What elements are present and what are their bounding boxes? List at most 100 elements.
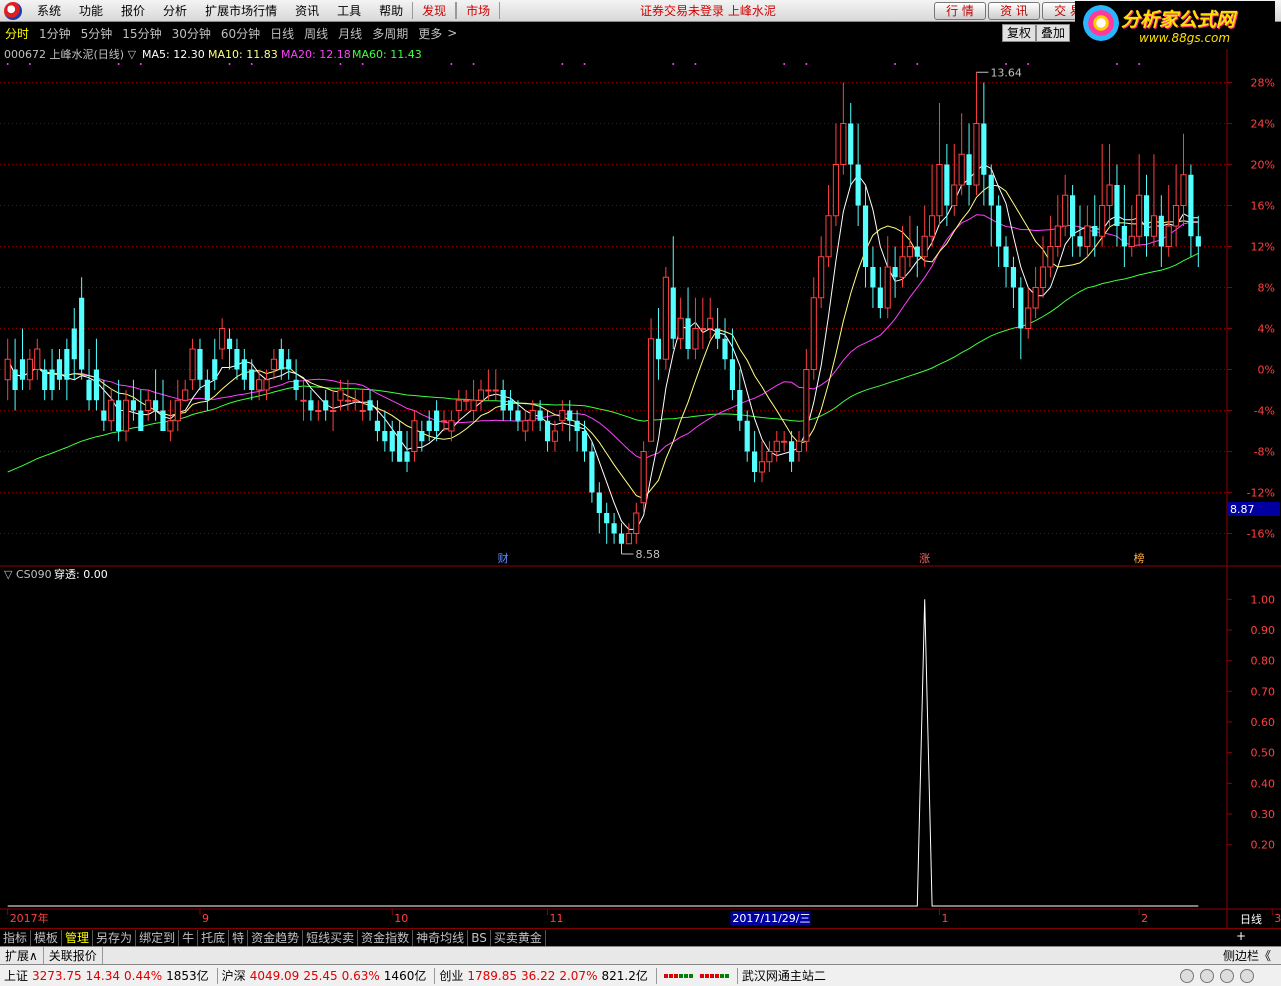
candle-body [329,410,337,412]
settings-icon[interactable] [1240,969,1254,983]
candle-body [263,379,270,391]
candle-body [589,451,595,493]
tab-bull[interactable]: 牛 [179,929,199,946]
candle-body [662,276,669,360]
period-weekly[interactable]: 周线 [299,25,333,42]
menu-analysis[interactable]: 分析 [154,2,196,19]
tab-manage[interactable]: 管理 [62,929,94,946]
stock-title[interactable]: 000672 上峰水泥(日线) ▽ [4,47,137,61]
server-name[interactable]: 武汉网通主站二 [742,967,826,984]
login-notice: 证券交易未登录 上峰水泥 [640,4,776,18]
menu-extended-market[interactable]: 扩展市场行情 [196,2,286,19]
tab-indicator[interactable]: 指标 [0,929,32,946]
candle-body [315,410,322,412]
period-60min[interactable]: 60分钟 [216,25,265,42]
menu-help[interactable]: 帮助 [370,2,412,19]
candle-body [685,318,691,349]
candle-body [848,123,854,165]
candle-body [1143,195,1150,237]
candle-body [26,358,33,381]
candle-body [219,328,226,350]
menu-tools[interactable]: 工具 [328,2,370,19]
tab-bs[interactable]: BS [468,929,491,946]
ma5-label: MA5: 12.30 [142,48,205,61]
candle-body [515,410,521,421]
period-5min[interactable]: 5分钟 [76,25,118,42]
related-quote-button[interactable]: 关联报价 [44,947,103,964]
period-daily[interactable]: 日线 [265,25,299,42]
expand-button[interactable]: 扩展∧ [0,947,44,964]
candle-body [470,399,477,411]
event-badge[interactable]: 涨 [919,552,930,565]
menu-function[interactable]: 功能 [70,2,112,19]
candle-body [226,338,233,349]
candle-body [758,461,766,473]
candle-body [914,246,920,257]
chevron-right-icon[interactable]: > [447,26,457,40]
signal-dot [361,63,364,65]
tab-magic-ma[interactable]: 神奇均线 [413,929,469,946]
sidebar-toggle[interactable]: 侧边栏《 [1223,947,1271,964]
tab-short-trade[interactable]: 短线买卖 [303,929,359,946]
overlay-button[interactable]: 叠加 [1036,24,1071,42]
signal-dot [139,63,142,65]
adjust-button[interactable]: 复权 [1002,24,1037,42]
candle-body [404,451,410,462]
candle-body [1165,225,1172,247]
period-1min[interactable]: 1分钟 [34,25,76,42]
connection-status-icon[interactable] [1180,969,1194,983]
time-axis-label: 11 [550,912,564,925]
alert-icon[interactable] [1220,969,1234,983]
signal-dot [117,63,120,65]
news-button[interactable]: 资 讯 [988,2,1040,20]
time-axis-label: 10 [394,912,408,925]
menu-system[interactable]: 系统 [28,2,70,19]
hs-index-name[interactable]: 沪深 [222,967,246,984]
period-15min[interactable]: 15分钟 [117,25,166,42]
cy-index-name[interactable]: 创业 [439,967,463,984]
sh-index-price: 3273.75 [32,968,82,983]
tab-bottom-support[interactable]: 托底 [198,929,230,946]
candle-body [492,389,499,392]
menu-market[interactable]: 市场 [456,2,501,19]
tab-save-as[interactable]: 另存为 [93,929,137,946]
sub-axis-label: 0.40 [1251,777,1276,790]
period-multi[interactable]: 多周期 [367,25,413,42]
menu-quote[interactable]: 报价 [112,2,154,19]
tab-special[interactable]: 特 [229,929,249,946]
candle-body [153,400,159,411]
candle-body [596,492,602,513]
tab-fund-index[interactable]: 资金指数 [358,929,414,946]
network-icon[interactable] [1200,969,1214,983]
sub-title[interactable]: ▽ CS090 [4,568,52,581]
quote-button[interactable]: 行 情 [934,2,986,20]
candle-body [1114,185,1120,226]
add-tab-icon[interactable]: + [1236,929,1246,943]
candle-body [19,359,26,380]
tab-template[interactable]: 模板 [31,929,63,946]
candle-body [766,451,773,463]
candle-body [234,349,240,370]
tab-trade-gold[interactable]: 买卖黄金 [491,929,546,946]
period-more[interactable]: 更多 [413,25,447,42]
period-intraday[interactable]: 分时 [0,25,34,42]
candle-body [928,215,936,237]
candle-body [182,389,189,401]
period-30min[interactable]: 30分钟 [167,25,216,42]
tab-bind-to[interactable]: 绑定到 [136,929,180,946]
sh-index-name[interactable]: 上证 [4,967,28,984]
event-badge[interactable]: 榜 [1134,551,1145,565]
kline-chart[interactable]: 000672 上峰水泥(日线) ▽ MA5: 12.30 MA10: 11.83… [0,44,1281,928]
candle-body [529,410,536,422]
signal-dot [250,63,253,65]
candle-body [699,328,706,330]
event-badge[interactable]: 财 [498,551,509,565]
tab-fund-trend[interactable]: 资金趋势 [248,929,304,946]
candle-body [397,431,403,462]
menu-discover[interactable]: 发现 [412,2,457,19]
period-monthly[interactable]: 月线 [333,25,367,42]
candle-body [559,410,566,422]
candle-body [981,123,987,175]
menu-news[interactable]: 资讯 [286,2,328,19]
candle-body [352,399,359,402]
